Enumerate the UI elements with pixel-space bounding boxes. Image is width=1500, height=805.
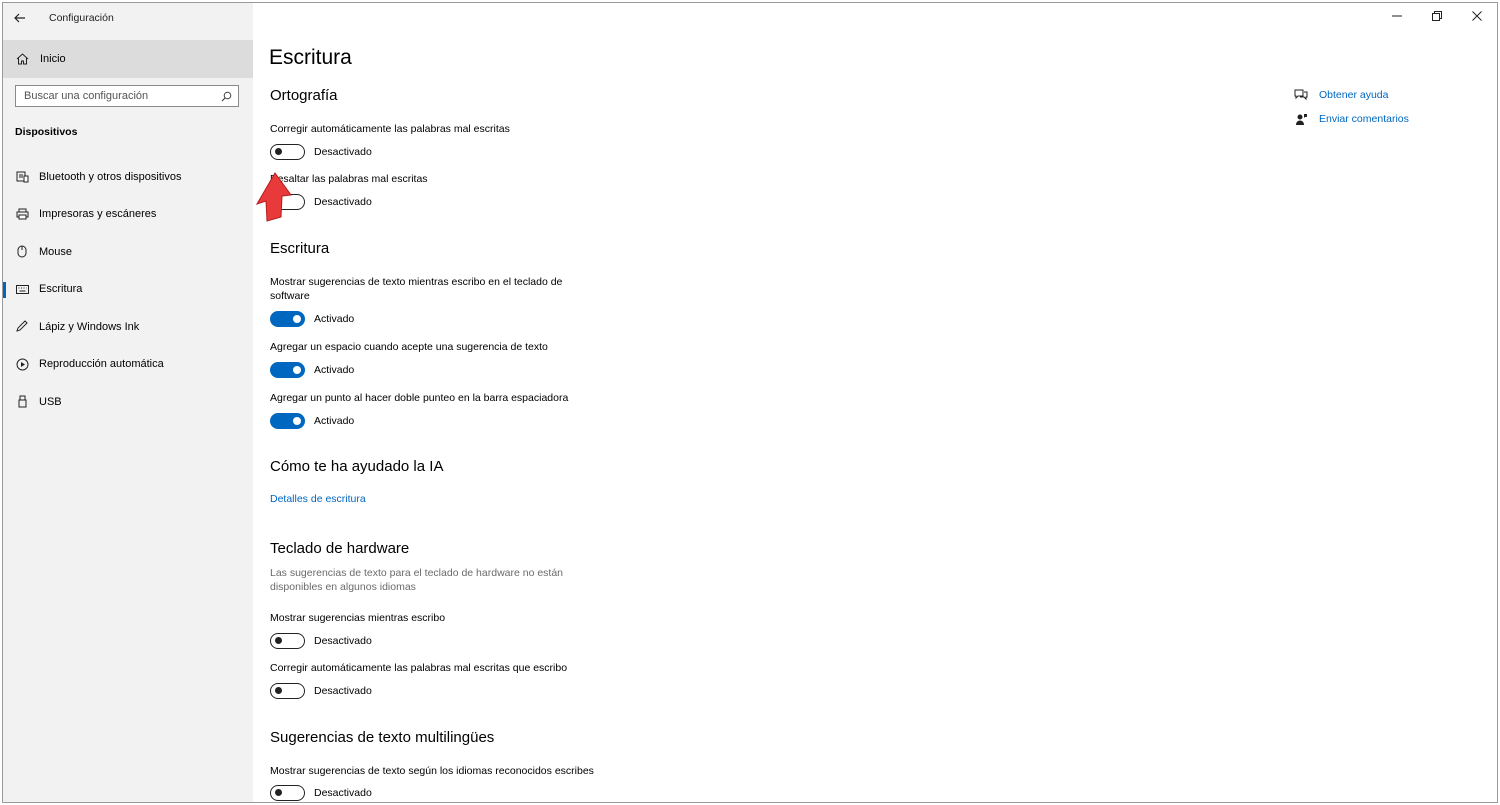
sidebar-item-label: Bluetooth y otros dispositivos — [39, 170, 182, 183]
multilingual-toggle[interactable] — [270, 785, 305, 801]
typing-insights-link[interactable]: Detalles de escritura — [270, 493, 366, 505]
search-box[interactable] — [15, 85, 239, 107]
sidebar-item-label: Impresoras y escáneres — [39, 208, 157, 221]
add-period-label: Agregar un punto al hacer doble punteo e… — [270, 392, 569, 404]
toggle-state: Activado — [314, 415, 355, 427]
toggle-state: Desactivado — [314, 196, 372, 208]
multilingual-label: Mostrar sugerencias de texto según los i… — [270, 765, 594, 777]
add-period-toggle-row[interactable]: Activado — [270, 412, 354, 430]
toggle-state: Desactivado — [314, 635, 372, 647]
hw-suggestions-toggle[interactable] — [270, 633, 305, 649]
toggle-state: Desactivado — [314, 787, 372, 799]
minimize-icon — [1392, 15, 1402, 17]
autocorrect-toggle-row[interactable]: Desactivado — [270, 143, 372, 161]
restore-icon — [1432, 11, 1442, 21]
sidebar-item-pen[interactable]: Lápiz y Windows Ink — [3, 308, 253, 346]
sidebar-item-label: Reproducción automática — [39, 358, 164, 371]
heading-spelling: Ortografía — [270, 87, 338, 104]
search-input[interactable] — [16, 90, 218, 102]
mouse-icon — [15, 245, 29, 258]
close-icon — [1472, 11, 1482, 21]
add-space-toggle[interactable] — [270, 362, 305, 378]
toggle-state: Desactivado — [314, 146, 372, 158]
sidebar-item-label: USB — [39, 395, 62, 408]
back-button[interactable] — [3, 3, 37, 33]
heading-hardware-keyboard: Teclado de hardware — [270, 540, 410, 557]
heading-ai-insights: Cómo te ha ayudado la IA — [270, 458, 444, 475]
window-controls — [1377, 3, 1497, 29]
page-title: Escritura — [269, 46, 352, 69]
sidebar-item-home[interactable]: Inicio — [3, 40, 253, 78]
feedback-icon — [1293, 113, 1309, 126]
search-icon[interactable] — [218, 88, 234, 104]
main-panel: Escritura Ortografía Corregir automática… — [253, 3, 1497, 802]
add-period-toggle[interactable] — [270, 413, 305, 429]
autocorrect-toggle[interactable] — [270, 144, 305, 160]
sidebar-item-label: Inicio — [40, 53, 66, 65]
hardware-description: Las sugerencias de texto para el teclado… — [270, 567, 564, 593]
bluetooth-devices-icon — [15, 171, 29, 183]
sidebar: Configuración Inicio Dispositivos Blueto… — [3, 3, 253, 802]
sidebar-item-mouse[interactable]: Mouse — [3, 233, 253, 271]
printer-icon — [15, 208, 29, 220]
settings-window: Configuración Inicio Dispositivos Blueto… — [2, 2, 1498, 803]
close-button[interactable] — [1457, 3, 1497, 29]
touch-suggestions-toggle[interactable] — [270, 311, 305, 327]
pen-icon — [15, 320, 29, 333]
sidebar-nav: Bluetooth y otros dispositivos Impresora… — [3, 158, 253, 421]
send-feedback-link[interactable]: Enviar comentarios — [1293, 107, 1409, 131]
get-help-label: Obtener ayuda — [1319, 89, 1389, 101]
hw-suggestions-label: Mostrar sugerencias mientras escribo — [270, 612, 446, 624]
touch-suggestions-label: Mostrar sugerencias de texto mientras es… — [270, 276, 563, 302]
send-feedback-label: Enviar comentarios — [1319, 113, 1409, 125]
help-links: Obtener ayuda Enviar comentarios — [1293, 83, 1409, 131]
sidebar-item-usb[interactable]: USB — [3, 383, 253, 421]
autoplay-icon — [15, 358, 29, 371]
toggle-state: Activado — [314, 313, 355, 325]
sidebar-item-typing[interactable]: Escritura — [3, 271, 253, 309]
hw-suggestions-toggle-row[interactable]: Desactivado — [270, 632, 372, 650]
annotation-arrow-icon — [255, 172, 292, 222]
home-icon — [16, 53, 30, 65]
add-space-toggle-row[interactable]: Activado — [270, 361, 354, 379]
sidebar-item-label: Lápiz y Windows Ink — [39, 320, 140, 333]
hw-autocorrect-toggle-row[interactable]: Desactivado — [270, 682, 372, 700]
autocorrect-label: Corregir automáticamente las palabras ma… — [270, 123, 510, 135]
toggle-state: Activado — [314, 364, 355, 376]
sidebar-item-autoplay[interactable]: Reproducción automática — [3, 346, 253, 384]
sidebar-item-printers[interactable]: Impresoras y escáneres — [3, 196, 253, 234]
touch-suggestions-toggle-row[interactable]: Activado — [270, 310, 354, 328]
app-title: Configuración — [49, 12, 114, 24]
heading-typing: Escritura — [270, 240, 330, 257]
get-help-link[interactable]: Obtener ayuda — [1293, 83, 1409, 107]
hw-autocorrect-label: Corregir automáticamente las palabras ma… — [270, 662, 568, 674]
multilingual-toggle-row[interactable]: Desactivado — [270, 784, 372, 802]
keyboard-icon — [15, 284, 29, 294]
sidebar-item-label: Escritura — [39, 283, 83, 296]
back-arrow-icon — [14, 13, 25, 23]
sidebar-item-label: Mouse — [39, 245, 73, 258]
minimize-button[interactable] — [1377, 3, 1417, 29]
highlight-label: Resaltar las palabras mal escritas — [270, 173, 428, 185]
usb-icon — [15, 395, 29, 408]
hw-autocorrect-toggle[interactable] — [270, 683, 305, 699]
title-bar: Configuración — [3, 3, 253, 33]
toggle-state: Desactivado — [314, 685, 372, 697]
chat-help-icon — [1293, 89, 1309, 102]
add-space-label: Agregar un espacio cuando acepte una sug… — [270, 341, 548, 353]
sidebar-section-title: Dispositivos — [15, 126, 78, 138]
sidebar-item-bluetooth[interactable]: Bluetooth y otros dispositivos — [3, 158, 253, 196]
restore-button[interactable] — [1417, 3, 1457, 29]
heading-multilingual: Sugerencias de texto multilingües — [270, 729, 495, 746]
